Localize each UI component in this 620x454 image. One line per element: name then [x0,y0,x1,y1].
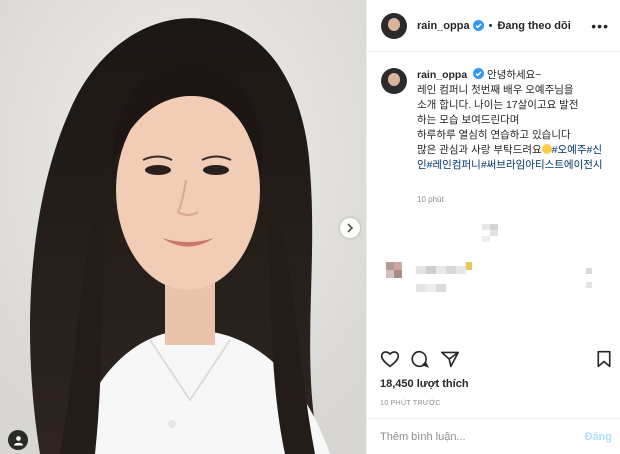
header-username[interactable]: rain_oppa [417,20,470,32]
more-options-icon[interactable]: ••• [591,18,609,34]
separator-dot: • [488,19,493,32]
blurred-comment [386,262,592,292]
comment-form: Đăng [366,418,620,454]
save-bookmark-icon[interactable] [596,350,612,368]
avatar[interactable] [381,12,407,39]
comment-icon[interactable] [410,350,430,368]
person-icon [13,435,23,445]
caption-username[interactable]: rain_oppa [417,69,467,81]
caption-line: 하루하루 열심히 연습하고 있습니다 [417,129,571,141]
share-icon[interactable] [440,350,460,368]
post-header: rain_oppa • Đang theo dõi ••• [367,0,620,52]
chevron-right-icon [347,223,354,233]
caption-line: 소개 합니다. 나이는 17살이고요 발전 [417,99,579,111]
hashtag-link[interactable]: #써브라임아티스트에이전시 [481,159,603,171]
caption-line: 하는 모습 보여드린다며 [417,114,520,126]
comment-input[interactable] [380,428,570,446]
action-bar [366,350,620,372]
next-photo-button[interactable] [340,218,360,238]
emoji-icon [541,144,552,154]
hashtag-link[interactable]: #레인컴퍼니 [427,159,481,171]
caption-text: rain_oppa 안녕하세요~ 레인 컴퍼니 첫번째 배우 오예주님을 소개 … [417,68,607,173]
caption-line: 안녕하세요~ [487,69,542,81]
heart-icon[interactable] [380,350,400,368]
post-photo [0,0,366,454]
post-timestamp: 10 PHÚT TRƯỚC [380,400,441,407]
tagged-users-button[interactable] [8,430,28,450]
caption-line: 많은 관심과 사랑 부탁드려요 [417,144,542,156]
like-count[interactable]: 18,450 lượt thích [380,378,469,390]
post-caption: rain_oppa 안녕하세요~ 레인 컴퍼니 첫번째 배우 오예주님을 소개 … [381,68,611,173]
post-comment-button[interactable]: Đăng [585,431,613,443]
caption-timestamp[interactable]: 10 phút [417,195,444,204]
caption-avatar[interactable] [381,68,407,94]
hashtag-link[interactable]: #오예주 [552,144,587,156]
verified-badge-icon [473,68,485,79]
blurred-content [482,224,498,242]
post-media[interactable] [0,0,366,454]
following-button[interactable]: Đang theo dõi [497,20,570,32]
verified-badge-icon [472,20,484,31]
caption-line: 레인 컴퍼니 첫번째 배우 오예주님을 [417,84,574,96]
